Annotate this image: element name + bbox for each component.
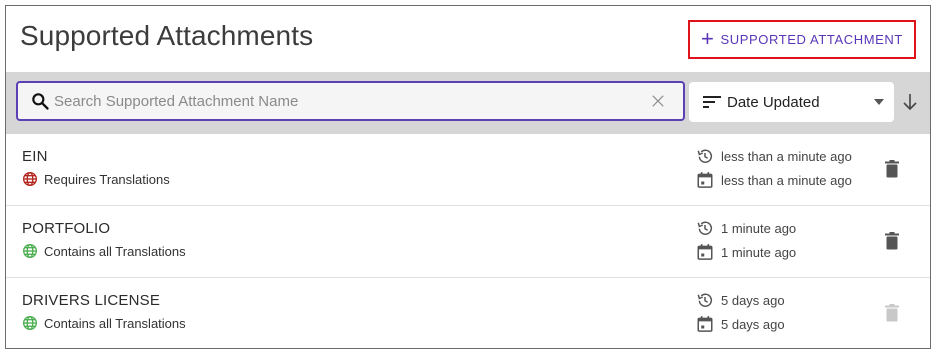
created-text: less than a minute ago	[721, 172, 852, 188]
created-text: 5 days ago	[721, 316, 785, 332]
calendar-icon	[697, 316, 713, 332]
list-item[interactable]: PORTFOLIO Contains all Translations 1 mi…	[6, 206, 930, 278]
clear-icon[interactable]	[649, 92, 667, 110]
created-text: 1 minute ago	[721, 244, 797, 260]
timestamps: less than a minute ago less than a minut…	[696, 144, 852, 192]
delete-button[interactable]	[882, 158, 902, 180]
attachment-list: EIN Requires Translations less than a mi…	[6, 134, 930, 348]
page-header: Supported Attachments + SUPPORTED ATTACH…	[6, 6, 930, 72]
trash-icon	[885, 232, 899, 250]
attachment-name: EIN	[22, 148, 48, 165]
status-label: Contains all Translations	[44, 243, 186, 259]
status-label: Contains all Translations	[44, 315, 186, 331]
translation-status: Requires Translations	[22, 171, 170, 187]
sort-direction-button[interactable]	[899, 89, 921, 115]
calendar-icon	[697, 172, 713, 188]
translation-status: Contains all Translations	[22, 243, 186, 259]
search-box[interactable]	[16, 81, 685, 121]
arrow-down-icon	[903, 94, 917, 111]
add-button-label: SUPPORTED ATTACHMENT	[720, 32, 903, 47]
trash-icon	[885, 160, 899, 178]
delete-button[interactable]	[882, 230, 902, 252]
attachment-name: PORTFOLIO	[22, 220, 111, 237]
globe-icon	[23, 172, 37, 186]
updated-text: less than a minute ago	[721, 148, 852, 164]
delete-button[interactable]	[882, 302, 902, 324]
history-icon	[697, 149, 713, 163]
attachment-name: DRIVERS LICENSE	[22, 292, 161, 309]
translation-status: Contains all Translations	[22, 315, 186, 331]
calendar-icon	[697, 244, 713, 260]
timestamps: 1 minute ago 1 minute ago	[696, 216, 796, 264]
status-label: Requires Translations	[44, 171, 170, 187]
list-item[interactable]: DRIVERS LICENSE Contains all Translation…	[6, 278, 930, 348]
history-icon	[697, 293, 713, 307]
page-title: Supported Attachments	[20, 20, 314, 51]
trash-icon	[885, 304, 899, 322]
history-icon	[697, 221, 713, 235]
sort-icon	[703, 96, 721, 108]
updated-timestamp: less than a minute ago	[696, 144, 852, 168]
timestamps: 5 days ago 5 days ago	[696, 288, 785, 336]
updated-text: 5 days ago	[721, 292, 785, 308]
updated-text: 1 minute ago	[721, 220, 797, 236]
updated-timestamp: 1 minute ago	[696, 216, 796, 240]
sort-selected-label: Date Updated	[727, 93, 820, 111]
supported-attachments-panel: Supported Attachments + SUPPORTED ATTACH…	[5, 5, 931, 349]
created-timestamp: less than a minute ago	[696, 168, 852, 192]
search-input[interactable]	[50, 83, 649, 119]
list-item[interactable]: EIN Requires Translations less than a mi…	[6, 134, 930, 206]
updated-timestamp: 5 days ago	[696, 288, 785, 312]
plus-icon: +	[701, 25, 715, 51]
created-timestamp: 5 days ago	[696, 312, 785, 336]
toolbar: Date Updated	[6, 72, 930, 134]
globe-icon	[23, 244, 37, 258]
add-supported-attachment-button[interactable]: + SUPPORTED ATTACHMENT	[688, 20, 916, 59]
sort-select[interactable]: Date Updated	[689, 82, 894, 122]
search-icon	[32, 93, 49, 110]
created-timestamp: 1 minute ago	[696, 240, 796, 264]
globe-icon	[23, 316, 37, 330]
caret-down-icon	[874, 99, 884, 105]
